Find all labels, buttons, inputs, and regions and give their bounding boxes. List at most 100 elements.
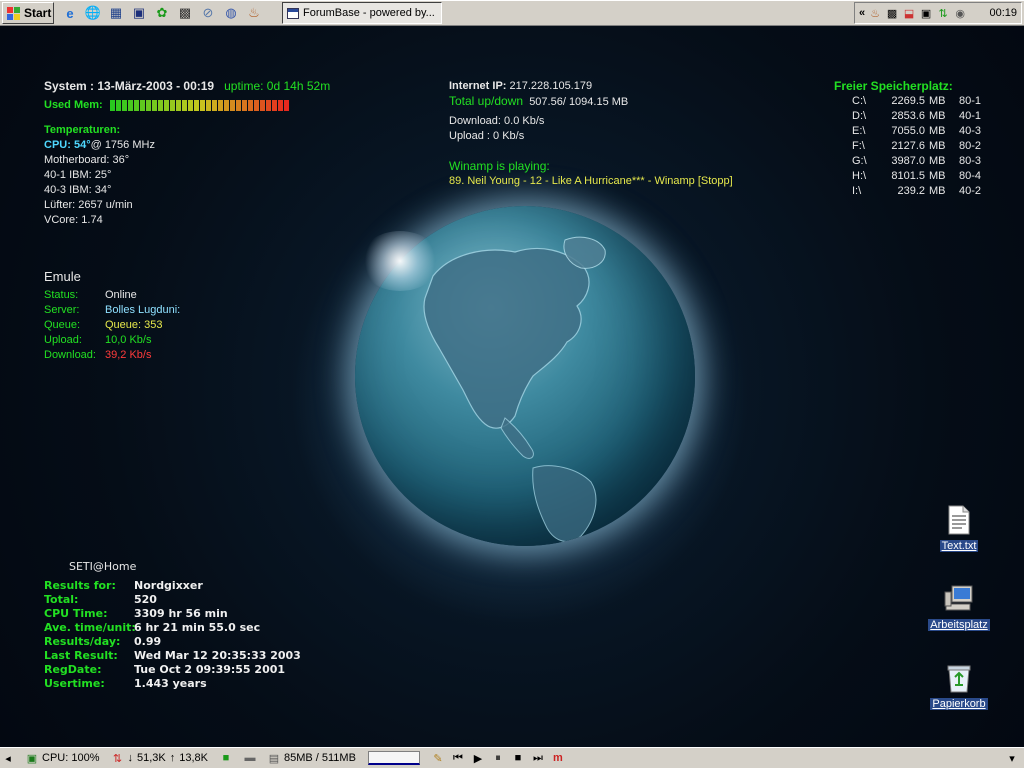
green-indicator[interactable]: ■: [214, 749, 238, 768]
used-mem-label: Used Mem:: [44, 99, 103, 111]
disk-indicator[interactable]: ▬: [238, 749, 262, 768]
cpu-temp: 54°: [73, 139, 91, 151]
mem-bar-segment: [253, 99, 259, 111]
disk-free-value: 2127.6: [891, 140, 925, 152]
taskbar-bottom: ◂ ▣ CPU: 100% ⇅ ↓ 51,3K ↑ 13,8K ■ ▬ ▤ 85…: [0, 747, 1024, 768]
clock[interactable]: 00:19: [989, 7, 1017, 19]
cpu-meter[interactable]: ▣ CPU: 100%: [20, 749, 105, 768]
disk-drive: D:\: [852, 110, 867, 122]
system-info: System : 13-März-2003 - 00:19 uptime: 0d…: [44, 79, 330, 113]
floppy-icon[interactable]: ▣: [129, 3, 149, 23]
mem-bar-segment: [127, 99, 133, 111]
mule-tray-icon[interactable]: ⬓: [902, 6, 916, 20]
mem-bar-segment: [145, 99, 151, 111]
disk-free-value: 7055.0: [891, 125, 925, 137]
disk-free-value: 2853.6: [891, 110, 925, 122]
mem-bar-segment: [205, 99, 211, 111]
text-file-icon: [943, 504, 975, 536]
game-icon[interactable]: ▩: [175, 3, 195, 23]
emule-panel: Emule Status: Online Server: Bolles Lugduni…: [44, 269, 180, 363]
input-box[interactable]: [367, 751, 420, 765]
disk-free-value: 3987.0: [891, 155, 925, 167]
clover-icon[interactable]: ✿: [152, 3, 172, 23]
bottom-left-arrow[interactable]: ◂: [0, 749, 20, 768]
disk-unit: MB: [929, 125, 946, 137]
link-icon[interactable]: ⊘: [198, 3, 218, 23]
seti-key: CPU Time:: [44, 607, 108, 620]
memory-meter[interactable]: ▤ 85MB / 511MB: [262, 749, 362, 768]
pause-icon[interactable]: ⏸: [492, 752, 504, 764]
mem-bar-segment: [169, 99, 175, 111]
mem-bar-segment: [241, 99, 247, 111]
ie-alt-icon[interactable]: 🌐: [83, 3, 103, 23]
up-rate: 13,8K: [179, 752, 208, 764]
emule-key: Server:: [44, 304, 80, 316]
seti-value: 0.99: [134, 635, 162, 648]
quick-launch: e 🌐 ▦ ▣ ✿ ▩ ⊘ ◍ ♨: [60, 3, 264, 23]
desktop-icon-label: Papierkorb: [930, 698, 988, 710]
mem-bar-segment: [133, 99, 139, 111]
desktop-icon-text-file[interactable]: Text.txt: [926, 504, 992, 552]
seti-key: Total:: [44, 593, 79, 606]
cpu-label: CPU:: [44, 139, 71, 151]
net-meter[interactable]: ⇅ ↓ 51,3K ↑ 13,8K: [105, 749, 214, 768]
cpu-usage: CPU: 100%: [42, 752, 100, 764]
disk-drive: I:\: [852, 185, 862, 197]
play-icon[interactable]: ▶: [472, 752, 484, 765]
start-button[interactable]: Start: [2, 2, 54, 24]
emule-key: Status:: [44, 289, 79, 301]
emule-key: Upload:: [44, 334, 82, 346]
my-computer-icon: [943, 583, 975, 615]
explorer-icon[interactable]: ▦: [106, 3, 126, 23]
seti-key: Results for:: [44, 579, 116, 592]
globe-icon[interactable]: ◍: [221, 3, 241, 23]
fan-speed: Lüfter: 2657 u/min: [44, 199, 133, 211]
bottom-dropdown[interactable]: ▾: [1000, 749, 1024, 768]
address-box[interactable]: [362, 749, 426, 768]
media-tray-icon[interactable]: ♨: [868, 6, 882, 20]
desktop-icon-my-computer[interactable]: Arbeitsplatz: [926, 583, 992, 631]
emule-value: Bolles Lugduni:: [105, 304, 181, 316]
next-track-icon[interactable]: ⏭: [532, 752, 544, 764]
sun-flare: [360, 231, 440, 291]
mem-bar-segment: [283, 99, 289, 111]
temp-line: Motherboard: 36°: [44, 154, 130, 166]
pencil-icon[interactable]: ✎: [432, 752, 444, 765]
tray-expand-chevron[interactable]: «: [859, 7, 865, 19]
desktop-icon-recycle-bin[interactable]: Papierkorb: [926, 662, 992, 710]
media-icon[interactable]: ♨: [244, 3, 264, 23]
mem-bar-segment: [181, 99, 187, 111]
winamp-logo-icon[interactable]: m: [552, 752, 564, 764]
taskbar-button-forumbase[interactable]: ForumBase - powered by...: [282, 2, 442, 24]
mem-bar-segment: [109, 99, 115, 111]
mem-bar-segment: [139, 99, 145, 111]
emule-value: Online: [105, 289, 137, 301]
updown-arrows-icon: ⇅: [112, 752, 123, 765]
ip-label: Internet IP:: [449, 80, 507, 92]
disk-drive: E:\: [852, 125, 866, 137]
emule-value: Queue: 353: [105, 319, 163, 331]
used-mem-bar: [109, 99, 289, 111]
disk-unit: MB: [929, 110, 946, 122]
volume-tray-icon[interactable]: ◉: [953, 6, 967, 20]
updown-tray-icon[interactable]: ⇅: [936, 6, 950, 20]
mem-bar-segment: [211, 99, 217, 111]
mem-bar-segment: [175, 99, 181, 111]
temp-line: 40-3 IBM: 34°: [44, 184, 112, 196]
ram-icon: ▤: [268, 752, 280, 765]
stop-icon[interactable]: ■: [512, 752, 524, 764]
desktop[interactable]: System : 13-März-2003 - 00:19 uptime: 0d…: [0, 26, 1024, 747]
seti-key: Usertime:: [44, 677, 105, 690]
emule-value: 10,0 Kb/s: [105, 334, 152, 346]
ie-icon[interactable]: e: [60, 3, 80, 23]
disk-unit: MB: [929, 170, 946, 182]
previous-track-icon[interactable]: ⏮: [452, 752, 464, 764]
disk-unit: MB: [929, 95, 946, 107]
desktop-icon-label: Arbeitsplatz: [928, 619, 990, 631]
cpu-chip-icon: ▣: [26, 752, 38, 765]
disk-tag: 80-3: [959, 155, 982, 167]
game-tray-icon[interactable]: ▩: [885, 6, 899, 20]
monitor-tray-icon[interactable]: ▣: [919, 6, 933, 20]
emule-key: Queue:: [44, 319, 81, 331]
drive-icon: ▬: [244, 752, 256, 764]
